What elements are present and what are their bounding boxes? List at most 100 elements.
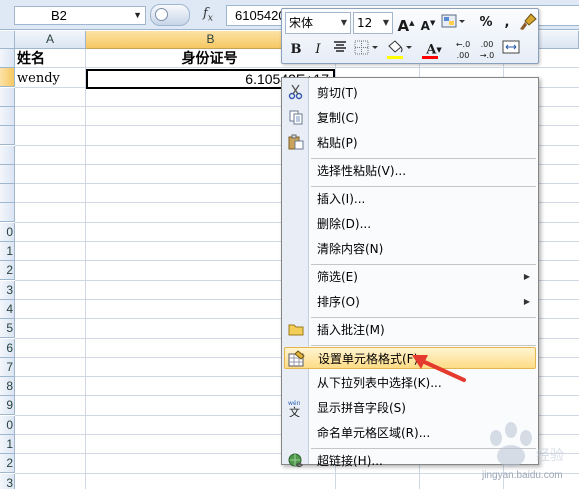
row-header[interactable] (0, 184, 15, 204)
name-box-resize-handle[interactable] (150, 4, 190, 26)
fill-color-swatch (387, 56, 403, 59)
copy-icon (287, 109, 305, 127)
row-header[interactable] (0, 164, 15, 184)
merge-cells-icon (502, 40, 520, 54)
fill-bucket-icon (388, 40, 412, 53)
menu-item-filter[interactable]: 筛选(E) ▶ (284, 266, 536, 288)
cell-a1[interactable]: 姓名 (17, 50, 45, 69)
menu-item-sort[interactable]: 排序(O) ▶ (284, 291, 536, 313)
decrease-decimal-button[interactable]: .00 →.0 (476, 39, 498, 61)
menu-item-label: 筛选(E) (317, 270, 358, 284)
menu-item-label: 插入(I)... (317, 192, 366, 206)
bold-button[interactable]: B (285, 39, 307, 61)
percent-style-button[interactable]: % (475, 12, 497, 34)
menu-item-label: 排序(O) (317, 295, 360, 309)
row-header[interactable]: 2 (0, 261, 15, 281)
row-header[interactable]: 4 (0, 299, 15, 319)
row-header[interactable]: 7 (0, 357, 15, 377)
borders-icon (354, 40, 378, 55)
menu-item-label: 命名单元格区域(R)... (317, 426, 431, 440)
name-box[interactable]: B2 ▼ (14, 6, 146, 25)
font-size-value: 12 (357, 16, 373, 30)
center-align-button[interactable] (329, 39, 351, 61)
row-header[interactable] (0, 106, 15, 126)
menu-item-clear-contents[interactable]: 清除内容(N) (284, 238, 536, 260)
row-header[interactable]: 1 (0, 242, 15, 261)
format-cells-icon (288, 350, 306, 368)
font-name-select[interactable]: 宋体 ▼ (285, 12, 351, 34)
column-gridline (85, 49, 86, 489)
menu-item-label: 粘贴(P) (317, 136, 358, 150)
name-box-value: B2 (51, 8, 67, 23)
select-all-corner[interactable] (0, 31, 15, 49)
row-header[interactable] (0, 126, 15, 146)
italic-button[interactable]: I (307, 39, 329, 61)
cell-styles-button[interactable] (440, 12, 465, 34)
font-color-button[interactable]: A▼ (419, 39, 449, 61)
menu-separator (311, 264, 536, 265)
svg-text:文: 文 (289, 405, 300, 417)
row-header[interactable]: 6 (0, 338, 15, 358)
cell-styles-icon (441, 14, 465, 28)
comma-style-button[interactable]: , (496, 12, 518, 34)
font-color-swatch (422, 56, 438, 59)
menu-item-insert[interactable]: 插入(I)... (284, 188, 536, 210)
column-header-a[interactable]: A (15, 31, 86, 49)
row-header[interactable]: 3 (0, 473, 15, 489)
row-header[interactable] (0, 49, 15, 68)
menu-separator (311, 158, 536, 159)
grow-font-button[interactable]: A▲ (395, 12, 417, 35)
menu-separator (311, 317, 536, 318)
chevron-down-icon[interactable]: ▼ (341, 13, 347, 33)
menu-item-copy[interactable]: 复制(C) (284, 107, 536, 129)
scissors-icon (287, 84, 305, 102)
row-header[interactable]: 0 (0, 415, 15, 435)
insert-function-icon[interactable]: fx (203, 6, 213, 24)
phonetic-icon: wén 文 (287, 399, 305, 419)
row-header[interactable]: 0 (0, 222, 15, 242)
menu-item-label: 剪切(T) (317, 86, 358, 100)
shrink-font-button[interactable]: A▼ (417, 12, 439, 34)
cell-a2[interactable]: wendy (17, 69, 60, 88)
menu-separator (311, 345, 536, 346)
menu-item-delete[interactable]: 删除(D)... (284, 213, 536, 235)
menu-item-label: 删除(D)... (317, 217, 372, 231)
paste-icon (287, 134, 305, 152)
row-header[interactable]: 8 (0, 377, 15, 397)
grip-circle-icon (155, 8, 168, 21)
paintbrush-icon (520, 13, 537, 30)
menu-item-paste[interactable]: 粘贴(P) (284, 132, 536, 154)
menu-item-cut[interactable]: 剪切(T) (284, 82, 536, 104)
menu-item-label: 清除内容(N) (317, 242, 384, 256)
submenu-arrow-icon: ▶ (523, 272, 530, 281)
row-header[interactable]: 9 (0, 396, 15, 416)
comment-icon (287, 321, 305, 339)
chevron-down-icon[interactable]: ▼ (133, 7, 142, 24)
row-header[interactable]: 3 (0, 280, 15, 300)
menu-item-paste-special[interactable]: 选择性粘贴(V)... (284, 160, 536, 182)
merge-center-button[interactable] (500, 39, 522, 61)
svg-text:经验: 经验 (536, 447, 564, 463)
row-header[interactable] (0, 68, 15, 88)
menu-item-show-phonetic[interactable]: wén 文显示拼音字段(S) (284, 397, 536, 419)
menu-item-label: 选择性粘贴(V)... (317, 164, 407, 178)
menu-item-label: 超链接(H)... (317, 454, 383, 468)
submenu-arrow-icon: ▶ (523, 297, 530, 306)
row-header[interactable]: 5 (0, 319, 15, 339)
format-painter-button[interactable] (517, 12, 539, 34)
row-header[interactable]: 2 (0, 454, 15, 474)
row-header[interactable]: 1 (0, 435, 15, 454)
row-header[interactable] (0, 145, 15, 165)
borders-button[interactable] (352, 39, 382, 61)
font-size-select[interactable]: 12 ▼ (353, 12, 393, 34)
mini-toolbar: 宋体 ▼ 12 ▼ A▲ A▼ % , B I A▼ ←.0 .00 .00 →… (281, 8, 539, 64)
increase-decimal-button[interactable]: ←.0 .00 (452, 39, 474, 61)
fill-color-button[interactable] (384, 39, 416, 61)
chevron-down-icon[interactable]: ▼ (383, 13, 389, 33)
menu-item-insert-comment[interactable]: 插入批注(M) (284, 319, 536, 341)
menu-item-label: 显示拼音字段(S) (317, 401, 406, 415)
hyperlink-icon (287, 452, 305, 470)
annotation-arrow-icon (412, 355, 466, 382)
row-header[interactable] (0, 203, 15, 223)
row-header[interactable] (0, 87, 15, 107)
